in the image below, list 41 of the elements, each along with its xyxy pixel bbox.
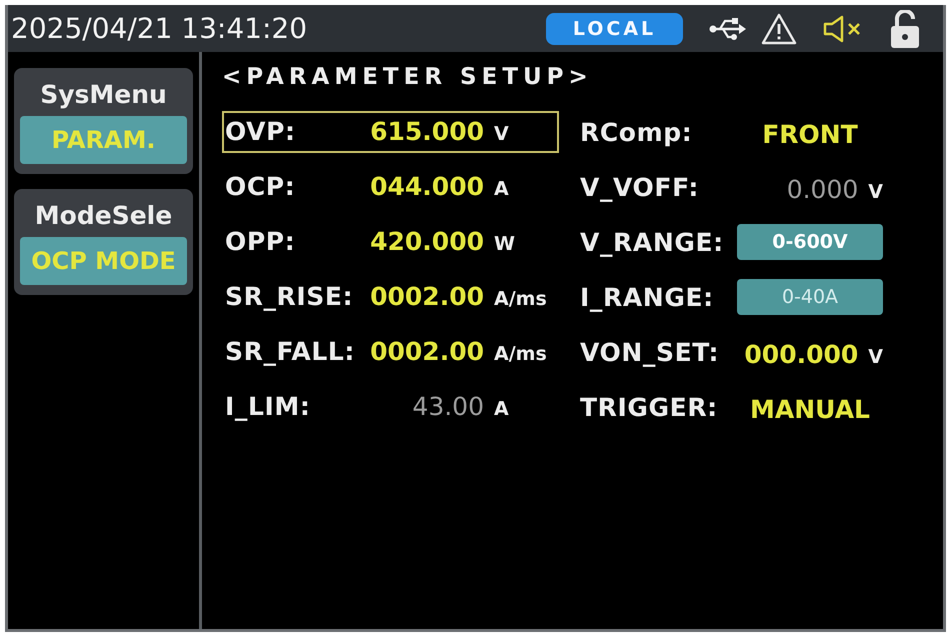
param-label: OCP: [225,172,296,201]
menu-option[interactable]: OCP MODE [20,237,187,285]
param-label: V_VOFF: [580,172,700,202]
unit-label: A/ms [494,343,548,365]
param-label: I_LIM: [225,392,312,421]
mode-badge: LOCAL [546,12,683,44]
unit-label: W [494,233,516,255]
param-label: VON_SET: [580,338,720,366]
unit-label: V [494,123,510,145]
range-option[interactable]: 0-600V [737,224,883,260]
param-label: OVP: [225,117,297,146]
panel-title: <PARAMETER SETUP> [222,63,593,92]
param-value: FRONT [762,120,858,148]
param-value: 044.000 [370,172,484,201]
param-value: 615.000 [370,117,484,146]
selection-frame[interactable]: OVP: 615.000 V [222,111,559,153]
param-value: 000.000 [744,340,858,368]
param-label: V_RANGE: [580,228,725,256]
date-time: 2025/04/21 13:41:20 [11,12,308,45]
param-label: SR_FALL: [225,337,356,366]
param-value: 0002.00 [370,282,484,311]
warning-icon [761,12,797,44]
menu-title: SysMenu [40,78,167,110]
unit-label: A [494,178,510,200]
unit-label: A [494,398,510,420]
unit-label: V [868,180,883,202]
param-value: 43.00 [412,392,484,421]
param-label: OPP: [225,227,296,256]
menu-title: ModeSele [34,200,172,232]
menu-option[interactable]: PARAM. [20,116,187,164]
usb-icon [709,16,747,40]
unit-label: A/ms [494,288,548,310]
param-value: 0.000 [786,174,858,204]
param-label: SR_RISE: [225,282,354,311]
param-label: I_RANGE: [580,282,715,312]
param-value: MANUAL [750,394,870,424]
param-value: 0002.00 [370,337,484,366]
param-label: RComp: [580,118,694,146]
unit-label: V [868,346,883,368]
param-label: TRIGGER: [580,392,719,422]
param-value: 420.000 [370,227,484,256]
